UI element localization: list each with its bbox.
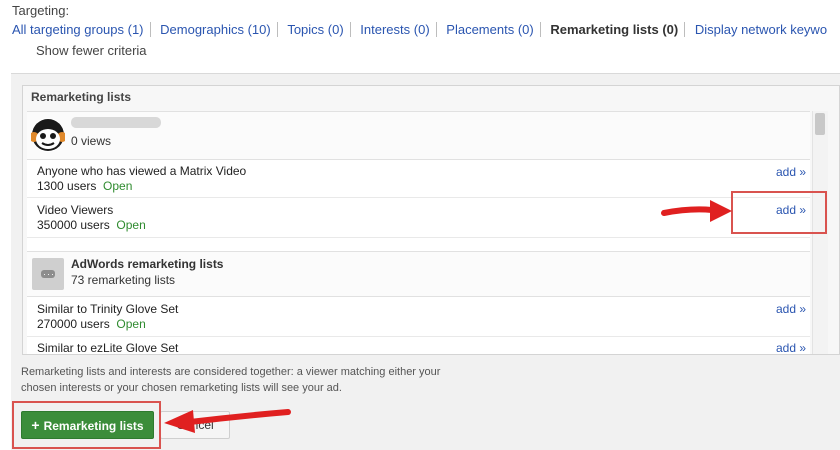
remarketing-list-scroll-area[interactable]: treasmacom 0 views Anyone who has viewed… xyxy=(27,111,810,354)
tab-all-targeting-groups[interactable]: All targeting groups (1) xyxy=(12,22,150,37)
list-name: Similar to ezLite Glove Set xyxy=(37,341,179,354)
tab-interests[interactable]: Interests (0) xyxy=(354,22,435,37)
channel-group-header: treasmacom 0 views xyxy=(27,111,810,160)
list-item: Similar to Trinity Glove Set 270000 user… xyxy=(27,297,810,337)
list-status: Open xyxy=(116,317,146,331)
channel-name: treasmacom xyxy=(71,117,161,128)
list-status: Open xyxy=(103,179,133,193)
add-list-link[interactable]: add » xyxy=(776,165,806,179)
remarketing-note: Remarketing lists and interests are cons… xyxy=(21,366,441,394)
list-status: Open xyxy=(116,218,146,232)
tab-topics[interactable]: Topics (0) xyxy=(281,22,349,37)
red-arrow-left-icon xyxy=(164,409,291,433)
tab-demographics[interactable]: Demographics (10) xyxy=(154,22,277,37)
adwords-group-title: AdWords remarketing lists xyxy=(71,257,224,271)
tab-placements[interactable]: Placements (0) xyxy=(440,22,539,37)
tab-display-network-keywords[interactable]: Display network keywo xyxy=(689,22,833,37)
tab-divider xyxy=(149,22,151,37)
channel-views: 0 views xyxy=(71,134,112,148)
monkey-face-icon xyxy=(29,119,67,151)
add-list-link[interactable]: add » xyxy=(776,302,806,316)
adwords-group-count: 73 remarketing lists xyxy=(71,273,176,287)
targeting-tabs: All targeting groups (1) Demographics (1… xyxy=(12,22,833,37)
add-list-link[interactable]: add » xyxy=(776,341,806,354)
red-arrow-icon xyxy=(661,200,732,222)
list-size: 1300 users Open xyxy=(37,179,132,193)
highlight-box-button xyxy=(12,401,161,449)
show-fewer-criteria-link[interactable]: Show fewer criteria xyxy=(36,43,147,58)
list-size: 350000 users Open xyxy=(37,218,146,232)
list-users: 270000 users xyxy=(37,317,110,331)
tab-divider xyxy=(435,22,437,37)
list-item: Similar to ezLite Glove Set add » xyxy=(27,337,810,354)
list-name: Video Viewers xyxy=(37,203,114,217)
list-size: 270000 users Open xyxy=(37,317,146,331)
remarketing-lists-title: Remarketing lists xyxy=(31,90,132,104)
list-name: Similar to Trinity Glove Set xyxy=(37,302,179,316)
tab-divider xyxy=(349,22,351,37)
list-name: Anyone who has viewed a Matrix Video xyxy=(37,164,247,178)
adwords-group-header: ··· AdWords remarketing lists 73 remarke… xyxy=(27,251,810,297)
tab-remarketing-lists[interactable]: Remarketing lists (0) xyxy=(544,22,684,37)
targeting-label: Targeting: xyxy=(12,3,70,18)
channel-avatar xyxy=(29,118,67,152)
adwords-list-icon: ··· xyxy=(32,258,64,290)
highlight-box-add xyxy=(731,191,827,234)
list-users: 1300 users xyxy=(37,179,97,193)
tab-divider xyxy=(684,22,686,37)
list-item: Anyone who has viewed a Matrix Video 130… xyxy=(27,160,810,198)
list-scrollbar-thumb[interactable] xyxy=(815,113,825,135)
tab-divider xyxy=(539,22,541,37)
list-users: 350000 users xyxy=(37,218,110,232)
tab-divider xyxy=(276,22,278,37)
